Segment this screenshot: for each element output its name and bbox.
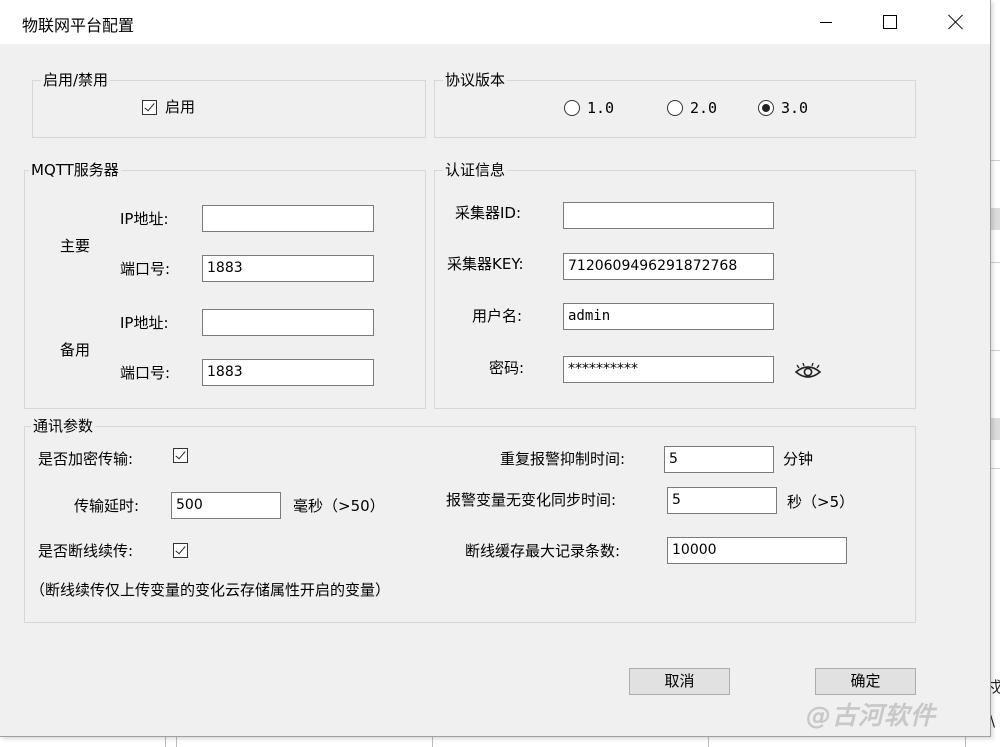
alarm-sync-unit-label: 秒（>5） bbox=[787, 493, 855, 511]
background-row-highlight bbox=[990, 208, 1000, 230]
protocol-3-0-radio[interactable] bbox=[758, 100, 774, 116]
resume-note: （断线续传仅上传变量的变化云存储属性开启的变量） bbox=[30, 581, 391, 599]
ok-button[interactable]: 确定 bbox=[815, 668, 916, 695]
comm-params-legend: 通讯参数 bbox=[31, 417, 96, 435]
cache-max-input[interactable]: 10000 bbox=[667, 537, 847, 564]
protocol-2-0-radio[interactable] bbox=[667, 100, 683, 116]
resume-label: 是否断线续传: bbox=[38, 542, 134, 560]
auth-info-legend: 认证信息 bbox=[443, 161, 508, 179]
mqtt-server-legend: MQTT服务器 bbox=[29, 161, 121, 179]
backup-server-label: 备用 bbox=[60, 341, 91, 359]
cache-max-label: 断线缓存最大记录条数: bbox=[465, 542, 621, 560]
protocol-3-0-label[interactable]: 3.0 bbox=[781, 98, 808, 118]
background-grid-line bbox=[432, 736, 433, 747]
alarm-suppress-label: 重复报警抑制时间: bbox=[500, 450, 626, 468]
maximize-icon bbox=[883, 15, 897, 29]
protocol-version-legend: 协议版本 bbox=[443, 71, 508, 89]
close-icon bbox=[948, 14, 964, 30]
delay-label: 传输延时: bbox=[74, 497, 140, 515]
alarm-suppress-unit-label: 分钟 bbox=[783, 450, 814, 468]
encrypt-checkbox[interactable] bbox=[173, 448, 188, 463]
maximize-button[interactable] bbox=[858, 0, 922, 44]
primary-port-input[interactable]: 1883 bbox=[202, 255, 374, 282]
collector-key-label: 采集器KEY: bbox=[447, 255, 524, 273]
background-grid-line bbox=[708, 736, 709, 747]
window-title: 物联网平台配置 bbox=[22, 16, 135, 35]
close-button[interactable] bbox=[924, 0, 988, 44]
backup-ip-label: IP地址: bbox=[120, 314, 169, 332]
delay-unit-label: 毫秒（>50） bbox=[293, 497, 385, 515]
collector-id-label: 采集器ID: bbox=[455, 204, 522, 222]
cancel-button[interactable]: 取消 bbox=[629, 668, 730, 695]
primary-ip-input[interactable] bbox=[202, 205, 374, 232]
alarm-sync-label: 报警变量无变化同步时间: bbox=[446, 491, 617, 509]
password-label: 密码: bbox=[489, 359, 525, 377]
iot-platform-config-dialog: 物联网平台配置 启用/禁用 启用 协议版本 1.0 2.0 3.0 MQTT服务… bbox=[0, 0, 991, 737]
enable-group: 启用/禁用 bbox=[32, 71, 426, 138]
background-grid-line bbox=[965, 736, 966, 747]
eye-icon[interactable] bbox=[794, 362, 822, 382]
protocol-1-0-label[interactable]: 1.0 bbox=[587, 98, 614, 118]
backup-ip-input[interactable] bbox=[202, 309, 374, 336]
backup-port-label: 端口号: bbox=[120, 364, 171, 382]
protocol-2-0-label[interactable]: 2.0 bbox=[690, 98, 717, 118]
primary-port-label: 端口号: bbox=[120, 260, 171, 278]
username-label: 用户名: bbox=[472, 307, 523, 325]
watermark: @古河软件 bbox=[806, 701, 937, 730]
protocol-1-0-radio[interactable] bbox=[564, 100, 580, 116]
enable-group-legend: 启用/禁用 bbox=[41, 71, 111, 89]
resume-checkbox[interactable] bbox=[173, 543, 188, 558]
primary-server-label: 主要 bbox=[60, 237, 91, 255]
collector-key-input[interactable]: 7120609496291872768 bbox=[563, 253, 774, 280]
title-bar[interactable]: 物联网平台配置 bbox=[0, 0, 990, 44]
collector-id-input[interactable] bbox=[563, 202, 774, 229]
backup-port-input[interactable]: 1883 bbox=[202, 359, 374, 386]
enable-checkbox-label[interactable]: 启用 bbox=[165, 97, 195, 117]
password-input[interactable]: ********** bbox=[563, 356, 774, 383]
background-grid-line bbox=[165, 736, 166, 747]
delay-input[interactable]: 500 bbox=[171, 492, 281, 519]
minimize-icon bbox=[820, 21, 832, 23]
encrypt-label: 是否加密传输: bbox=[38, 450, 134, 468]
enable-checkbox[interactable] bbox=[142, 100, 157, 115]
alarm-suppress-input[interactable]: 5 bbox=[664, 446, 774, 473]
alarm-sync-input[interactable]: 5 bbox=[667, 487, 777, 514]
username-input[interactable]: admin bbox=[563, 303, 774, 330]
minimize-button[interactable] bbox=[794, 0, 858, 44]
primary-ip-label: IP地址: bbox=[120, 210, 169, 228]
background-grid-line bbox=[176, 736, 177, 747]
background-row-highlight bbox=[990, 418, 1000, 440]
